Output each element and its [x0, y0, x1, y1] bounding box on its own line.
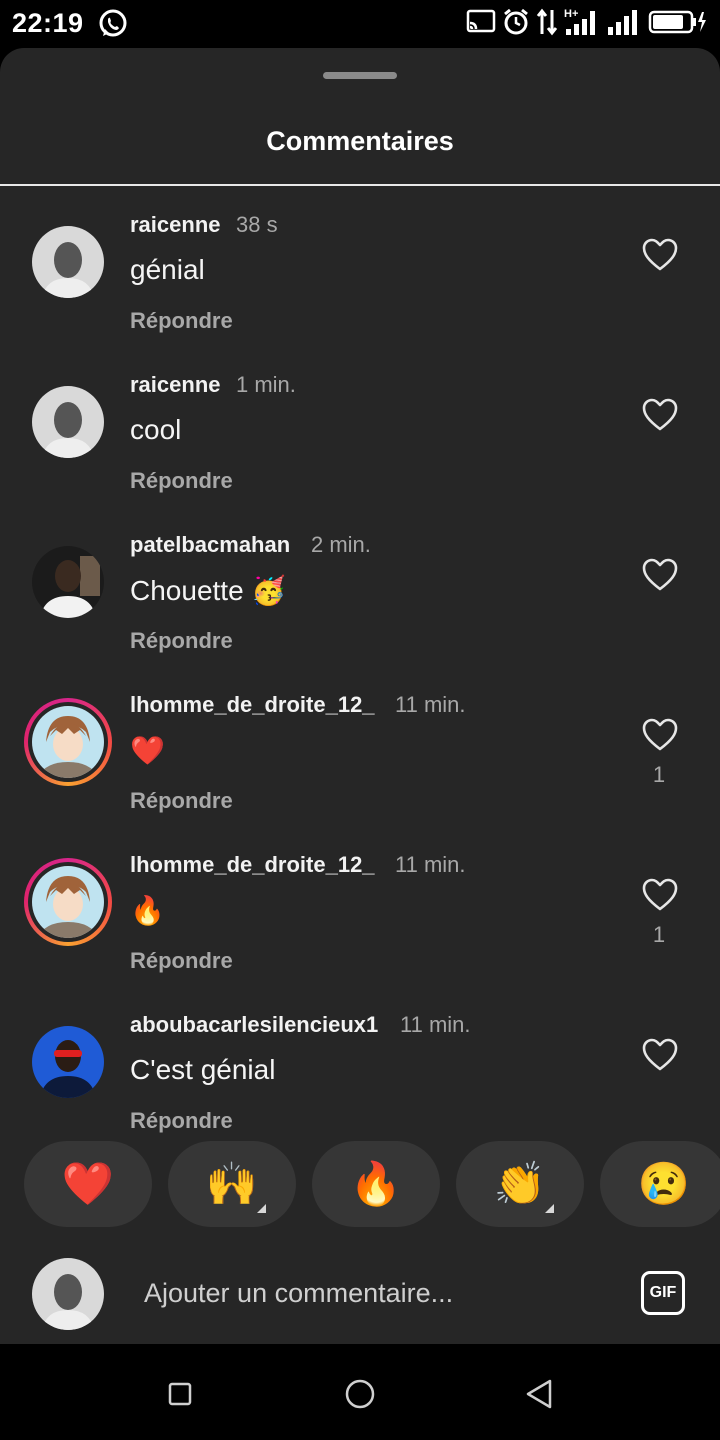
reaction-heart-button[interactable]: ❤️ [24, 1141, 152, 1227]
reaction-crying-button[interactable]: 😢 [600, 1141, 720, 1227]
heart-icon[interactable] [642, 558, 678, 592]
drag-handle[interactable] [323, 72, 397, 79]
avatar[interactable] [32, 386, 104, 458]
comment-text: génial [130, 254, 205, 285]
comment-text: ❤️ [130, 735, 165, 766]
reaction-emoji: 👏 [493, 1159, 547, 1207]
story-ring-avatar[interactable] [24, 698, 112, 786]
navigation-bar [0, 1344, 720, 1440]
heart-icon[interactable] [642, 238, 678, 272]
story-ring-avatar[interactable] [24, 858, 112, 946]
battery-charging-icon [648, 8, 706, 41]
reaction-clap-button[interactable]: 👏 [456, 1141, 584, 1227]
comment-item: raicenne 1 min. cool Répondre [0, 360, 720, 520]
comment-username[interactable]: raicenne [130, 212, 221, 238]
my-avatar [32, 1258, 104, 1335]
quick-reactions-bar: ❤️ 🙌 🔥 👏 😢 [0, 1141, 720, 1227]
comment-input[interactable]: Ajouter un commentaire... [144, 1278, 453, 1309]
reaction-emoji: 😢 [637, 1159, 691, 1207]
comment-item: lhomme_de_droite_12_ 11 min. 🔥 Répondre … [0, 840, 720, 1000]
comment-time: 11 min. [395, 852, 466, 877]
comment-text: Chouette 🥳 [130, 575, 287, 606]
comment-username[interactable]: lhomme_de_droite_12_ [130, 852, 375, 878]
like-count: 1 [652, 762, 666, 787]
reaction-emoji: 🙌 [205, 1159, 259, 1207]
avatar[interactable] [32, 546, 104, 618]
home-icon[interactable] [338, 1372, 382, 1416]
alarm-icon [502, 8, 530, 41]
comment-item: lhomme_de_droite_12_ 11 min. ❤️ Répondre… [0, 680, 720, 840]
avatar[interactable] [32, 226, 104, 298]
reaction-emoji: 🔥 [349, 1159, 403, 1207]
comment-username[interactable]: lhomme_de_droite_12_ [130, 692, 375, 718]
comment-time: 11 min. [400, 1012, 471, 1037]
back-icon[interactable] [518, 1372, 562, 1416]
skin-tone-indicator [545, 1204, 554, 1213]
comment-item: raicenne 38 s génial Répondre [0, 200, 720, 360]
comment-item: patelbacmahan 2 min. Chouette 🥳 Répondre [0, 520, 720, 680]
comment-username[interactable]: raicenne [130, 372, 221, 398]
recents-icon[interactable] [158, 1372, 202, 1416]
comment-time: 11 min. [395, 692, 466, 717]
title-divider [0, 184, 720, 186]
comment-time: 1 min. [236, 372, 296, 397]
reaction-fire-button[interactable]: 🔥 [312, 1141, 440, 1227]
data-transfer-icon [536, 8, 558, 41]
reaction-raised-hands-button[interactable]: 🙌 [168, 1141, 296, 1227]
comment-time: 2 min. [311, 532, 371, 557]
heart-icon[interactable] [642, 878, 678, 912]
comment-text: cool [130, 414, 182, 445]
reply-button[interactable]: Répondre [130, 468, 233, 494]
skin-tone-indicator [257, 1204, 266, 1213]
svg-text:H+: H+ [564, 8, 578, 20]
like-count: 1 [652, 922, 666, 947]
status-bar: 22:19 H+ [0, 0, 720, 48]
comment-username[interactable]: patelbacmahan [130, 532, 290, 558]
heart-icon[interactable] [642, 1038, 678, 1072]
reply-button[interactable]: Répondre [130, 948, 233, 974]
comment-text: C'est génial [130, 1054, 276, 1085]
signal-icon [606, 7, 642, 42]
reply-button[interactable]: Répondre [130, 628, 233, 654]
avatar[interactable] [32, 1026, 104, 1098]
heart-icon[interactable] [642, 398, 678, 432]
sheet-title: Commentaires [266, 126, 454, 156]
comments-sheet: Commentaires raicenne 38 s génial Répond… [0, 48, 720, 1344]
comment-composer: Ajouter un commentaire... GIF [0, 1244, 720, 1344]
comment-time: 38 s [236, 212, 278, 237]
status-time: 22:19 [12, 8, 84, 38]
signal-h-plus-icon: H+ [564, 7, 600, 42]
gif-button[interactable]: GIF [641, 1271, 685, 1315]
reply-button[interactable]: Répondre [130, 788, 233, 814]
status-icons: H+ [466, 8, 706, 40]
cast-icon [466, 9, 496, 40]
comment-item: aboubacarlesilencieux1 11 min. C'est gén… [0, 1000, 720, 1160]
comment-text: 🔥 [130, 895, 165, 926]
reply-button[interactable]: Répondre [130, 1108, 233, 1134]
heart-icon[interactable] [642, 718, 678, 752]
comment-username[interactable]: aboubacarlesilencieux1 [130, 1012, 378, 1038]
reaction-emoji: ❤️ [61, 1159, 115, 1207]
whatsapp-icon [97, 8, 129, 45]
reply-button[interactable]: Répondre [130, 308, 233, 334]
